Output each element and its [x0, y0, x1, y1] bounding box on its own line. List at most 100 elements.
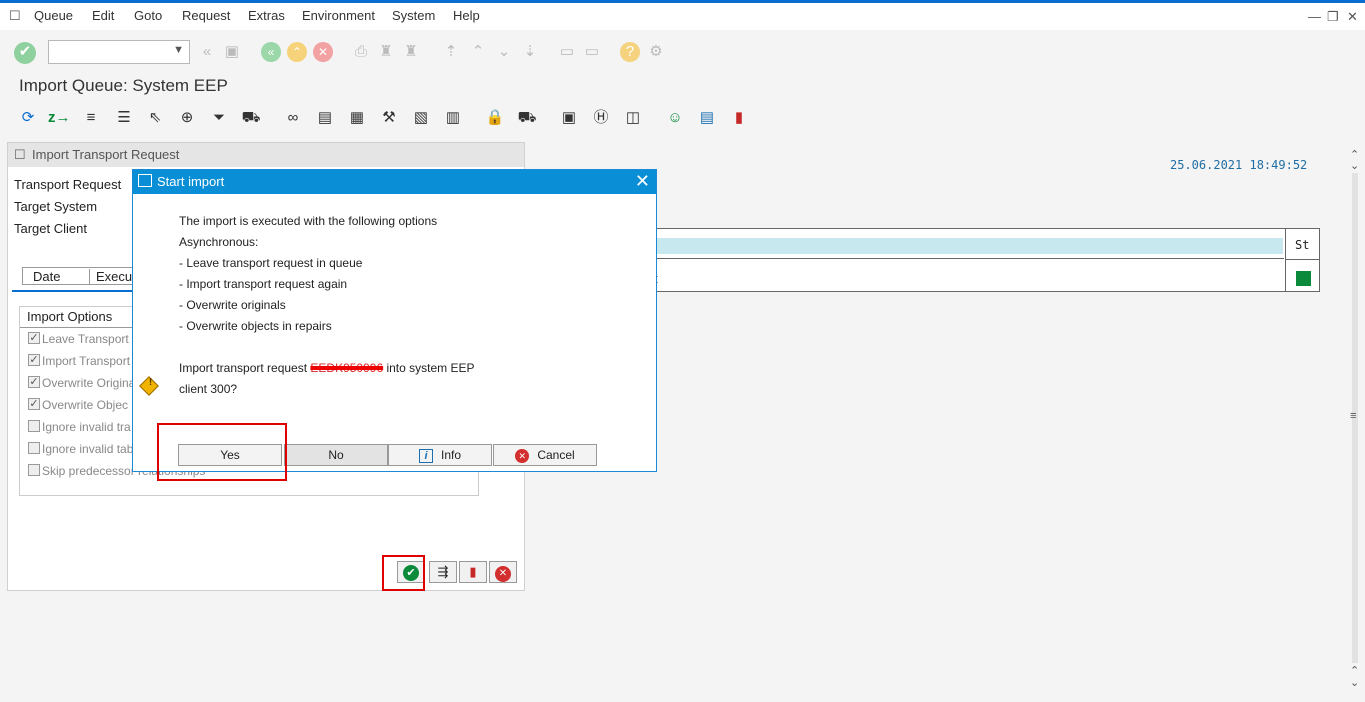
scroll-up-icon[interactable]: ⌄ — [1350, 159, 1359, 172]
first-page-icon: ⇡ — [444, 43, 458, 60]
cancel-button-label: Cancel — [537, 448, 575, 462]
question-line-2: client 300? — [179, 382, 238, 396]
document-icon[interactable]: ▤ — [314, 107, 336, 129]
import-icon[interactable]: z→ — [48, 107, 71, 129]
select-icon[interactable]: ⇖ — [144, 107, 166, 129]
close-window-icon[interactable]: ✕ — [1347, 9, 1358, 25]
warning-icon: ! — [139, 376, 159, 396]
vertical-scrollbar[interactable]: ⌃ ⌄ ≡ ⌃ ⌄ — [1347, 148, 1363, 689]
checkbox-import-again[interactable]: ✓ — [28, 354, 40, 366]
cancel-button[interactable]: ✕ Cancel — [493, 444, 597, 466]
scroll-bottom-icon[interactable]: ⌄ — [1350, 676, 1359, 689]
menu-environment[interactable]: Environment — [302, 8, 375, 23]
user-icon[interactable]: ☺ — [664, 107, 686, 129]
menu-goto[interactable]: Goto — [134, 8, 162, 23]
create-session-icon: ▭ — [559, 43, 575, 60]
info-button[interactable]: i Info — [388, 444, 492, 466]
chevron-down-icon[interactable]: ▼ — [173, 44, 184, 56]
checkbox-skip-predecessor[interactable] — [28, 464, 40, 476]
help-button[interactable]: ▮ — [459, 561, 487, 583]
message-line: The import is executed with the followin… — [179, 214, 438, 228]
checkbox-ignore-invalid-transport[interactable] — [28, 420, 40, 432]
scroll-grip-icon[interactable]: ≡ — [1350, 410, 1356, 422]
enter-icon[interactable]: ✔ — [14, 42, 36, 64]
log-icon[interactable]: ▧ — [410, 107, 432, 129]
queue-table: St ent — [634, 228, 1320, 292]
zoom-icon[interactable]: ⊕ — [176, 107, 198, 129]
display-icon[interactable]: ∞ — [282, 107, 304, 129]
filter-icon[interactable]: ⏷ — [208, 107, 230, 129]
tab-divider — [20, 327, 150, 328]
message-line: - Overwrite originals — [179, 298, 286, 312]
no-button[interactable]: No — [284, 444, 388, 466]
option-label: Overwrite Origina — [42, 376, 136, 390]
menu-system[interactable]: System — [392, 8, 435, 23]
find-next-icon: ♜ — [404, 43, 418, 60]
window-icon — [138, 174, 152, 187]
cancel-icon[interactable]: ✕ — [313, 42, 333, 62]
checkbox-overwrite-originals[interactable]: ✓ — [28, 376, 40, 388]
close-icon[interactable]: ✕ — [635, 171, 650, 192]
print-icon: ⎙ — [354, 43, 367, 60]
sap-menu-icon[interactable]: ☐ — [9, 8, 21, 24]
tab-import-options[interactable]: Import Options — [27, 309, 112, 324]
checkbox-leave-transport[interactable]: ✓ — [28, 332, 40, 344]
menu-edit[interactable]: Edit — [92, 8, 114, 23]
option-label: Import Transport — [42, 354, 131, 368]
list-icon[interactable]: ▤ — [696, 107, 718, 129]
gear-icon[interactable]: ⚙ — [646, 42, 666, 62]
status-header: St — [1295, 238, 1310, 252]
close-dialog-button[interactable]: ✕ — [489, 561, 517, 583]
change-icon[interactable]: ⚒ — [378, 107, 400, 129]
previous-page-icon: ⌃ — [471, 43, 485, 60]
menu-request[interactable]: Request — [182, 8, 230, 23]
manual-icon[interactable]: ▮ — [728, 107, 750, 129]
sort-icon[interactable]: ≡ — [80, 107, 102, 129]
label-target-system: Target System — [14, 199, 98, 214]
menu-extras[interactable]: Extras — [248, 8, 285, 23]
modal-title: Start import — [157, 174, 225, 189]
next-page-icon: ⌄ — [497, 43, 511, 60]
back-icon[interactable]: « — [261, 42, 281, 62]
row-divider — [1285, 259, 1320, 260]
detail-icon[interactable]: ▦ — [346, 107, 368, 129]
cancel-circle-icon: ✕ — [515, 449, 530, 463]
save-icon: ▣ — [224, 43, 240, 60]
lock-icon[interactable]: 🔒 — [484, 107, 506, 129]
refresh-icon[interactable]: ⟳ — [17, 107, 39, 129]
menu-help[interactable]: Help — [453, 8, 480, 23]
last-page-icon: ⇣ — [523, 43, 537, 60]
truck-icon[interactable]: ⛟ — [516, 107, 538, 129]
question-prefix: Import transport request — [179, 361, 311, 375]
tab-date[interactable]: Date — [33, 269, 60, 284]
message-line: - Overwrite objects in repairs — [179, 319, 332, 333]
option-label: Leave Transport — [42, 332, 129, 346]
back-arrows-icon: « — [202, 43, 212, 60]
find-icon: ♜ — [379, 43, 393, 60]
label-transport-request: Transport Request — [14, 177, 122, 192]
message-line: Asynchronous: — [179, 235, 259, 249]
restore-icon[interactable]: ❐ — [1327, 9, 1339, 25]
label-target-client: Target Client — [14, 221, 87, 236]
dialog-icon: ☐ — [14, 147, 26, 162]
options-button[interactable]: ⇶ — [429, 561, 457, 583]
info-icon: i — [418, 449, 433, 463]
help-icon[interactable]: ? — [620, 42, 640, 62]
filter-list-icon[interactable]: ☰ — [113, 107, 135, 129]
highlight-confirm — [382, 555, 425, 591]
web-icon[interactable]: ◫ — [622, 107, 644, 129]
monitor-icon[interactable]: ▣ — [558, 107, 580, 129]
checkbox-overwrite-objects[interactable]: ✓ — [28, 398, 40, 410]
page-title: Import Queue: System EEP — [19, 76, 228, 95]
message-line: - Leave transport request in queue — [179, 256, 363, 270]
minimize-icon[interactable]: — — [1308, 9, 1321, 24]
history-icon[interactable]: Ⓗ — [590, 107, 612, 129]
transport-icon[interactable]: ⛟ — [240, 107, 262, 129]
exit-icon[interactable]: ⌃ — [287, 42, 307, 62]
table-header — [635, 229, 1284, 259]
info-doc-icon[interactable]: ▥ — [442, 107, 464, 129]
command-field[interactable]: ▼ — [48, 40, 190, 64]
checkbox-ignore-invalid-table[interactable] — [28, 442, 40, 454]
menu-queue[interactable]: Queue — [34, 8, 73, 23]
option-label: Ignore invalid tra — [42, 420, 131, 434]
